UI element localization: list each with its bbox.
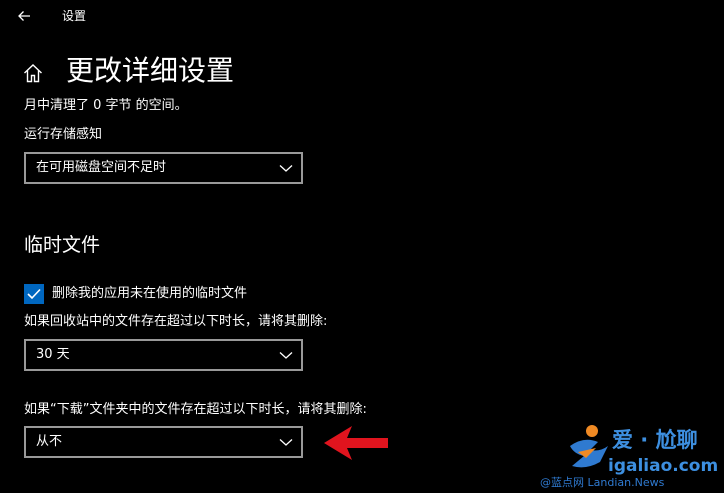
page-title: 更改详细设置: [66, 54, 235, 87]
recycle-bin-label: 如果回收站中的文件存在超过以下时长，请将其删除:: [24, 314, 328, 329]
watermark-credit: @蓝点网 Landian.News: [540, 476, 665, 489]
chevron-down-icon: [279, 439, 293, 446]
arrow-left-icon: [18, 11, 30, 21]
home-icon[interactable]: [22, 62, 44, 84]
checkmark-icon: [27, 288, 41, 300]
watermark-title: 爱 · 尬聊: [612, 428, 698, 452]
watermark-domain: igaliao.com: [608, 456, 719, 476]
temp-files-section-title: 临时文件: [24, 234, 101, 256]
watermark: 爱 · 尬聊 igaliao.com @蓝点网 Landian.News: [540, 420, 724, 493]
recycle-bin-dropdown[interactable]: 30 天: [24, 339, 303, 371]
run-storage-sense-value: 在可用磁盘空间不足时: [36, 160, 167, 175]
red-arrow-annotation: [324, 426, 388, 460]
back-button[interactable]: [8, 3, 40, 29]
downloads-label: 如果“下载”文件夹中的文件存在超过以下时长，请将其删除:: [24, 402, 367, 417]
run-storage-sense-label: 运行存储感知: [24, 127, 103, 142]
watermark-logo-icon: [570, 425, 608, 468]
delete-temp-files-label[interactable]: 删除我的应用未在使用的临时文件: [52, 285, 247, 303]
freed-space-text: 月中清理了 0 字节 的空间。: [24, 98, 188, 113]
recycle-bin-value: 30 天: [36, 347, 70, 362]
run-storage-sense-dropdown[interactable]: 在可用磁盘空间不足时: [24, 152, 303, 184]
chevron-down-icon: [279, 165, 293, 172]
chevron-down-icon: [279, 352, 293, 359]
delete-temp-files-checkbox[interactable]: [24, 284, 44, 304]
downloads-dropdown[interactable]: 从不: [24, 426, 303, 458]
downloads-value: 从不: [36, 434, 63, 449]
window-title: 设置: [62, 9, 87, 23]
